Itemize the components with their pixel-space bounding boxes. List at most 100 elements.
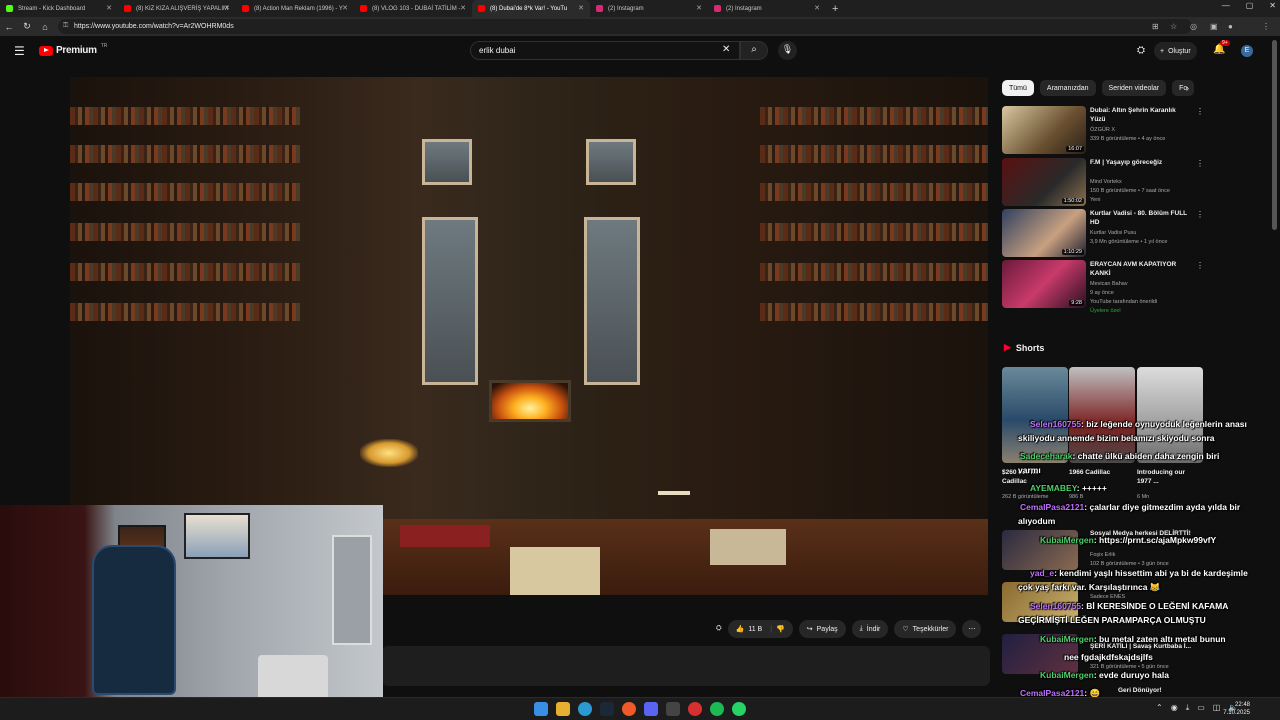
close-tab-icon[interactable]: ✕ [578, 4, 584, 12]
tab-favicon-icon [124, 5, 131, 12]
browser-tab[interactable]: (2) Instagram ✕ [590, 0, 708, 17]
url-field[interactable]: ⚿ https://www.youtube.com/watch?v=Ar2WOH… [58, 19, 1192, 34]
battery-icon[interactable]: ▭ [1197, 703, 1205, 713]
site-info-icon[interactable]: ⚿ [63, 22, 68, 30]
edge-icon[interactable] [578, 702, 592, 716]
whatsapp-icon[interactable] [732, 702, 746, 716]
recommendation-item[interactable]: 1:50:02 F.M | Yaşayıp göreceğiz Mind Vorte… [1002, 158, 1204, 206]
reload-icon[interactable]: ↻ [18, 21, 36, 32]
thanks-icon: ♡ [902, 626, 909, 633]
chat-message: AYEMABEY: +++++ [1030, 481, 1107, 495]
windows-taskbar: ⌃ ◉ ⤓ ▭ ◫ 🔈 22:48 7.10.2025 [0, 697, 1280, 720]
clock[interactable]: 22:48 7.10.2025 [1223, 701, 1250, 717]
page-scrollbar[interactable] [1272, 40, 1277, 230]
more-actions-button[interactable]: ⋯ [962, 620, 982, 638]
minimize-icon[interactable]: — [1222, 1, 1230, 10]
close-tab-icon[interactable]: ✕ [696, 4, 702, 12]
recommendation-item[interactable]: 1:10:29 Kurtlar Vadisi - 80. Bölüm FULL H… [1002, 209, 1204, 257]
short-title[interactable]: Introducing our 1977 ... [1137, 468, 1199, 486]
back-icon[interactable]: ← [0, 22, 18, 32]
chat-message: alıyodum [1018, 514, 1055, 528]
tab-label: (8) KIZ KIZA ALIŞVERİŞ YAPALIM [136, 5, 229, 12]
browser-tab-strip: Stream - Kick Dashboard ✕ (8) KIZ KIZA ALI… [0, 0, 1280, 17]
short-title[interactable]: 1966 Cadillac [1069, 468, 1131, 477]
more-options-icon[interactable]: ⋮ [1196, 261, 1204, 270]
video-thumbnail: 9:28 [1002, 260, 1086, 308]
search-button[interactable]: ⌕ [740, 41, 768, 60]
app-icon[interactable] [666, 702, 680, 716]
close-tab-icon[interactable]: ✕ [224, 4, 230, 12]
home-icon[interactable]: ⌂ [36, 22, 54, 32]
file-explorer-icon[interactable] [556, 702, 570, 716]
description-box[interactable] [382, 646, 990, 686]
browser-tab[interactable]: (8) Action Man Reklam (1996) - Y ✕ [236, 0, 354, 17]
chat-username: KubaiMergen [1040, 670, 1094, 680]
more-options-icon[interactable]: ⋮ [1196, 159, 1204, 168]
bookshelf [760, 223, 988, 241]
video-duration: 9:28 [1069, 300, 1084, 306]
chat-text: : kendimi yaşlı hissettim abi ya bi de k… [1054, 568, 1248, 578]
tab-favicon-icon [6, 5, 13, 12]
chat-username: KubaiMergen [1040, 535, 1094, 545]
recommendation-item[interactable]: 16:07 Dubai: Altın Şehrin Karanlık Yüzü ÖZ… [1002, 106, 1204, 154]
puzzle-icon[interactable]: ▣ [1210, 22, 1218, 31]
obs-icon[interactable] [622, 702, 636, 716]
chat-text: : bu metal zaten altı metal bunun [1093, 634, 1226, 644]
close-tab-icon[interactable]: ✕ [342, 4, 348, 12]
filter-chip[interactable]: Fo [1172, 80, 1195, 96]
browser-tab[interactable]: (8) Dubai'de 8*k Var! - YouTu ✕ [472, 0, 590, 17]
chevron-right-icon[interactable]: › [1186, 83, 1189, 93]
voice-search-button[interactable]: 🎙 [778, 41, 797, 60]
cast-icon[interactable]: ⛭ [1137, 45, 1145, 56]
maximize-icon[interactable]: ▢ [1246, 1, 1254, 10]
browser-tab[interactable]: (8) KIZ KIZA ALIŞVERİŞ YAPALIM ✕ [118, 0, 236, 17]
video-title: ERAYCAN AVM KAPATIYOR KANKİ [1090, 261, 1177, 277]
close-tab-icon[interactable]: ✕ [814, 4, 820, 12]
browser-tab[interactable]: (8) VLOG 103 - DUBAİ TATİLİM - ✕ [354, 0, 472, 17]
bookmark-star-icon[interactable]: ☆ [1170, 22, 1177, 31]
thumbs-down-icon[interactable]: 👎 [776, 625, 785, 633]
share-button[interactable]: ↪ Paylaş [798, 620, 846, 638]
thanks-button[interactable]: ♡ Teşekkürler [894, 620, 957, 638]
extension-icon[interactable]: ◎ [1190, 22, 1197, 31]
more-options-icon[interactable]: ⋮ [1196, 107, 1204, 116]
new-tab-icon[interactable]: + [832, 3, 838, 15]
filter-chip[interactable]: Seriden videolar [1101, 80, 1167, 96]
search-input[interactable]: erlik dubai [470, 41, 740, 60]
recommendation-title[interactable]: Geri Dönüyor! [1118, 687, 1162, 694]
browser-tab[interactable]: (2) Instagram ✕ [708, 0, 826, 17]
like-button[interactable]: 👍 11 B | 👎 [727, 620, 793, 638]
app-tray-icon[interactable]: ◉ [1171, 703, 1178, 713]
video-thumbnail: 1:50:02 [1002, 158, 1086, 206]
cast-icon[interactable]: ⛭ [716, 625, 722, 633]
youtube-premium-logo[interactable]: Premium TR [39, 43, 107, 56]
create-button[interactable]: + Oluştur [1154, 42, 1197, 60]
chevron-up-icon[interactable]: ⌃ [1156, 703, 1163, 713]
like-count: 11 B [748, 625, 763, 633]
browser-tab[interactable]: Stream - Kick Dashboard ✕ [0, 0, 118, 17]
translate-icon[interactable]: ⊞ [1152, 22, 1159, 31]
chrome-icon[interactable] [688, 702, 702, 716]
start-icon[interactable] [534, 702, 548, 716]
download-tray-icon[interactable]: ⤓ [1186, 703, 1190, 713]
clear-search-icon[interactable]: ✕ [722, 44, 730, 55]
spotify-icon[interactable] [710, 702, 724, 716]
more-options-icon[interactable]: ⋮ [1196, 210, 1204, 219]
filter-chip[interactable]: Tümü [1002, 80, 1034, 96]
close-tab-icon[interactable]: ✕ [106, 4, 112, 12]
discord-icon[interactable] [644, 702, 658, 716]
network-icon[interactable]: ◫ [1213, 703, 1221, 713]
browser-menu-icon[interactable]: ⋮ [1262, 22, 1270, 31]
tab-favicon-icon [360, 5, 367, 12]
hamburger-menu-icon[interactable]: ☰ [14, 44, 25, 58]
filter-chip[interactable]: Aramanızdan [1039, 80, 1096, 96]
account-avatar[interactable]: E [1241, 45, 1253, 57]
close-window-icon[interactable]: ✕ [1269, 1, 1276, 10]
close-tab-icon[interactable]: ✕ [460, 4, 466, 12]
profile-icon[interactable]: ● [1228, 22, 1233, 31]
download-button[interactable]: ⤓ İndir [851, 620, 889, 638]
recommendation-item[interactable]: 9:28 ERAYCAN AVM KAPATIYOR KANKİ Mevican B… [1002, 260, 1204, 314]
steam-icon[interactable] [600, 702, 614, 716]
chat-text: GEÇİRMİŞTİ LEĞEN PARAMPARÇA OLMUŞTU [1018, 615, 1206, 625]
chat-text: : biz leğende oynuyoduk leğenlerin anası [1081, 419, 1247, 429]
